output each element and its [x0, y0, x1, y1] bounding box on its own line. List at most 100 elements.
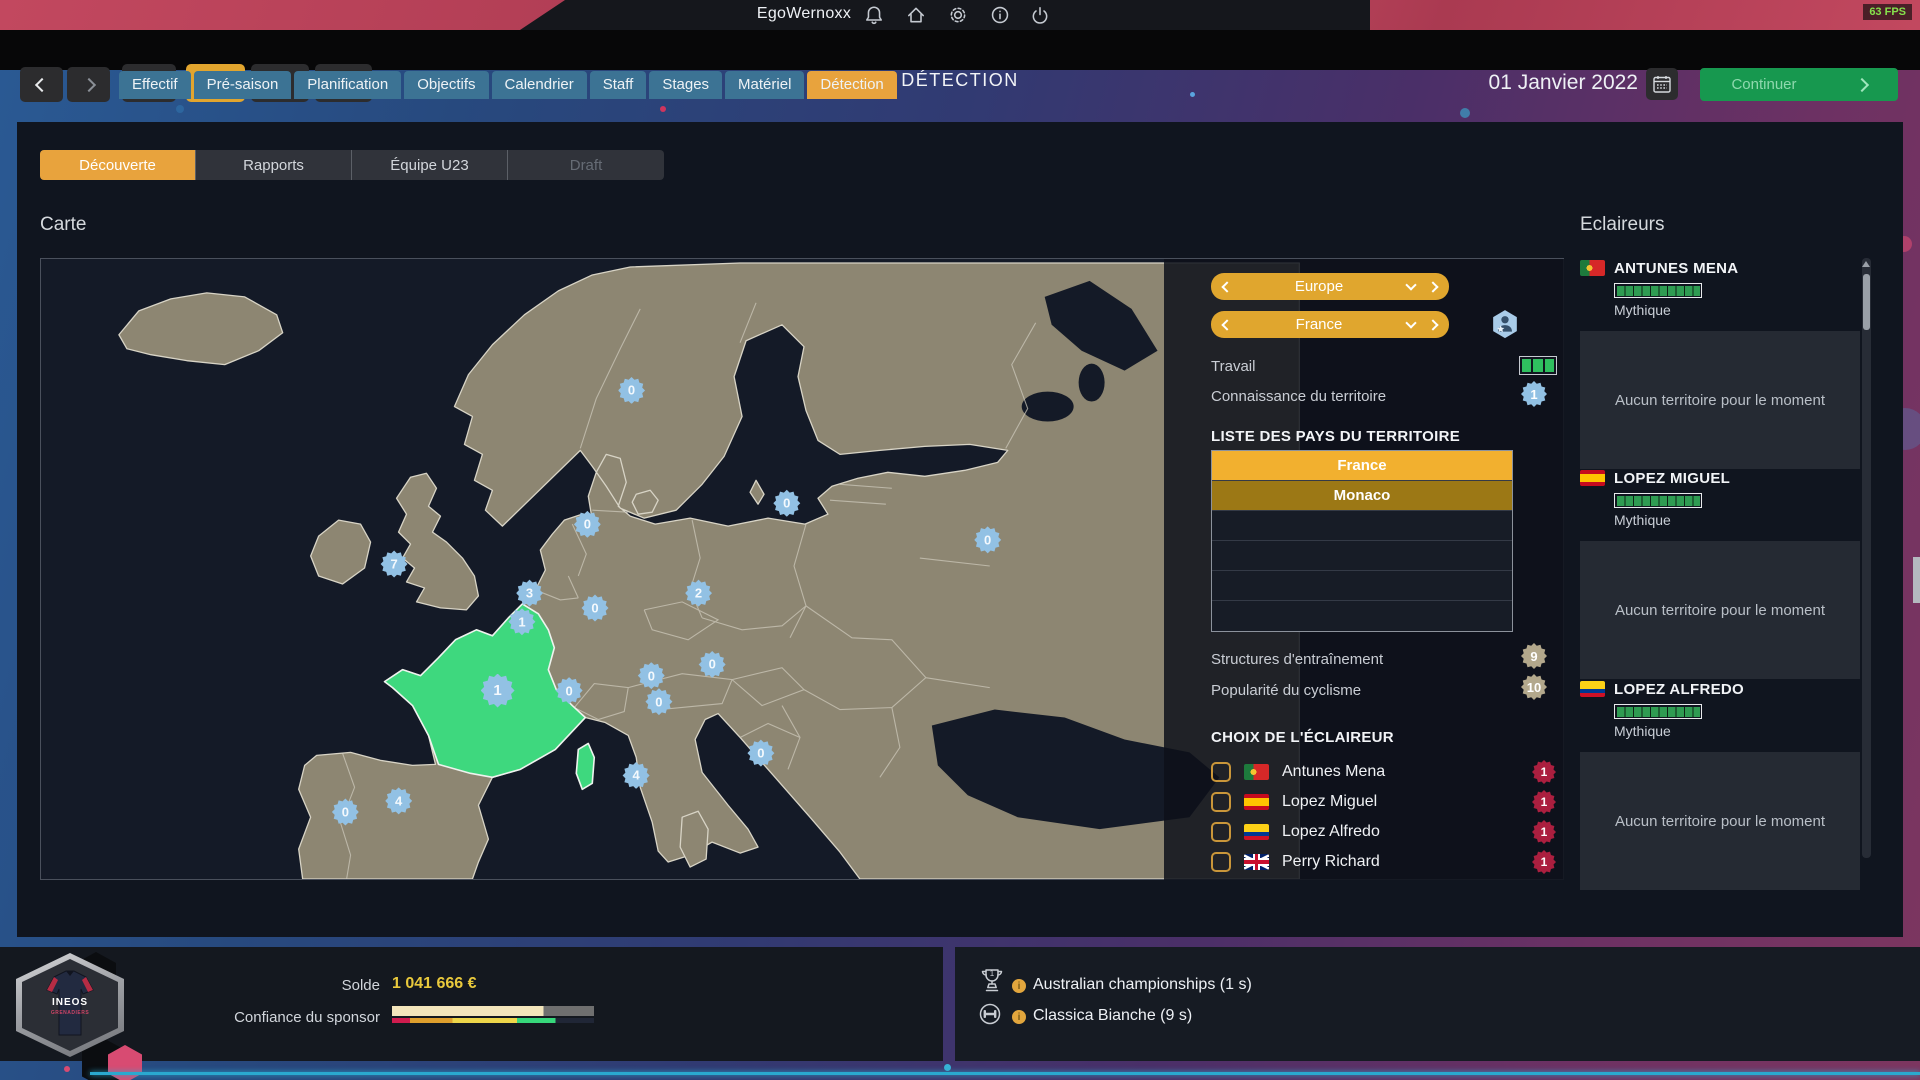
scouts-scrollbar[interactable]: [1862, 258, 1871, 858]
tab-effectif[interactable]: Effectif: [119, 71, 191, 99]
map-territory-badge[interactable]: 3: [516, 580, 543, 607]
dropdown-caret-icon[interactable]: [1405, 317, 1416, 328]
sponsor-confidence-bar: [392, 1006, 594, 1023]
region-dropdown[interactable]: Europe: [1211, 273, 1449, 300]
tab-materiel[interactable]: Matériel: [725, 71, 804, 99]
map-territory-badge[interactable]: 1: [481, 674, 515, 708]
tab-calendrier[interactable]: Calendrier: [492, 71, 587, 99]
map-territory-badge[interactable]: 0: [574, 511, 601, 538]
flag-colombia-icon: [1244, 824, 1269, 840]
map-territory-badge[interactable]: 0: [582, 595, 609, 622]
scout-checkbox[interactable]: [1211, 792, 1231, 812]
map-territory-badge[interactable]: 4: [385, 787, 412, 814]
menu-bar: DÉTECTION 01 Janvier 2022 Continuer: [0, 30, 1920, 70]
map-territory-badge[interactable]: 0: [332, 799, 359, 826]
info-icon[interactable]: [990, 5, 1010, 25]
tab-planification[interactable]: Planification: [294, 71, 401, 99]
subtab-decouverte[interactable]: Découverte: [40, 150, 196, 180]
event-info-coin-icon: i: [1012, 979, 1026, 993]
scout-card[interactable]: ANTUNES MENA Mythique: [1580, 260, 1860, 318]
country-row-empty: [1212, 541, 1512, 571]
map-territory-badge[interactable]: 0: [556, 677, 583, 704]
dropdown-caret-icon[interactable]: [1405, 279, 1416, 290]
scout-choice-row[interactable]: Antunes Mena 1: [1211, 759, 1556, 785]
back-button[interactable]: [20, 67, 63, 102]
map-territory-badge[interactable]: 0: [974, 526, 1001, 553]
scroll-up-arrow-icon[interactable]: [1862, 261, 1870, 267]
subtab-equipe-u23[interactable]: Équipe U23: [352, 150, 508, 180]
event-name[interactable]: Australian championships (1 s): [1033, 976, 1252, 994]
scout-checkbox[interactable]: [1211, 762, 1231, 782]
map-territory-badge[interactable]: 0: [747, 740, 774, 767]
events-footer-panel: 1 i Australian championships (1 s) i Cla…: [955, 947, 1920, 1061]
event-name[interactable]: Classica Bianche (9 s): [1033, 1007, 1192, 1025]
scout-checkbox[interactable]: [1211, 822, 1231, 842]
scout-choice-row[interactable]: Lopez Alfredo 1: [1211, 819, 1556, 845]
scout-choice-row[interactable]: Lopez Miguel 1: [1211, 789, 1556, 815]
country-row-monaco[interactable]: Monaco: [1212, 481, 1512, 511]
scout-card[interactable]: LOPEZ ALFREDO Mythique: [1580, 681, 1860, 739]
cycling-popularity-label: Popularité du cyclisme: [1211, 682, 1361, 699]
decor-dot: [660, 106, 666, 112]
scrollbar-thumb[interactable]: [1863, 274, 1870, 330]
main-tab-bar: Effectif Pré-saison Planification Object…: [119, 71, 897, 99]
map-territory-badge[interactable]: 0: [638, 662, 665, 689]
power-icon[interactable]: [1030, 5, 1050, 25]
flag-spain-icon: [1580, 470, 1605, 486]
map-territory-badge[interactable]: 0: [618, 377, 645, 404]
country-dropdown[interactable]: France: [1211, 311, 1449, 338]
map-territory-badge[interactable]: 4: [623, 762, 650, 789]
scouts-section-title: Eclaireurs: [1580, 214, 1664, 236]
scout-choice-title: CHOIX DE L'ÉCLAIREUR: [1211, 729, 1394, 746]
scout-level: Mythique: [1614, 512, 1860, 528]
tab-staff[interactable]: Staff: [590, 71, 647, 99]
tab-objectifs[interactable]: Objectifs: [404, 71, 488, 99]
gear-icon[interactable]: [948, 5, 968, 25]
subtab-draft[interactable]: Draft: [508, 150, 664, 180]
scout-card[interactable]: LOPEZ MIGUEL Mythique: [1580, 470, 1860, 528]
map-territory-badge[interactable]: 7: [381, 551, 408, 578]
scout-checkbox[interactable]: [1211, 852, 1231, 872]
continue-button[interactable]: Continuer: [1700, 68, 1898, 101]
window-scrollbar[interactable]: [1913, 557, 1920, 603]
calendar-icon: [1651, 73, 1673, 95]
work-level-indicator: [1519, 356, 1557, 375]
balance-label: Solde: [240, 977, 380, 994]
scout-skill-bar: [1614, 493, 1702, 508]
forward-button[interactable]: [67, 67, 110, 102]
jersey-sub-brand: GRENADIERS: [40, 1010, 100, 1016]
territory-knowledge-label: Connaissance du territoire: [1211, 388, 1386, 405]
map-territory-badge[interactable]: 1: [508, 608, 535, 635]
status-bar: EgoWernoxx 63 FPS: [0, 0, 1920, 30]
status-bar-backdrop: [520, 0, 1370, 30]
trophy-icon: 1: [978, 966, 1006, 1003]
map-territory-badge[interactable]: 0: [645, 688, 672, 715]
next-region-arrow-icon[interactable]: [1427, 281, 1438, 292]
bell-icon[interactable]: [864, 5, 884, 25]
flag-portugal-icon: [1580, 260, 1605, 276]
scout-territory-box: Aucun territoire pour le moment: [1580, 541, 1860, 679]
home-icon[interactable]: [906, 5, 926, 25]
scout-skill-bar: [1614, 704, 1702, 719]
map-territory-badge[interactable]: 0: [699, 651, 726, 678]
scout-cost-badge: 1: [1532, 850, 1556, 874]
training-structures-label: Structures d'entraînement: [1211, 651, 1383, 668]
flag-portugal-icon: [1244, 764, 1269, 780]
country-row-france[interactable]: France: [1212, 451, 1512, 481]
country-value: France: [1231, 316, 1407, 333]
tab-stages[interactable]: Stages: [649, 71, 722, 99]
map-territory-badge[interactable]: 0: [773, 490, 800, 517]
next-country-arrow-icon[interactable]: [1427, 319, 1438, 330]
scout-name: ANTUNES MENA: [1614, 260, 1738, 277]
decor-dot: [64, 1066, 70, 1072]
tab-detection[interactable]: Détection: [807, 71, 896, 99]
europe-map[interactable]: 700003102100004040 Europe France Travail: [40, 258, 1564, 880]
event-info-coin-icon: i: [1012, 1010, 1026, 1024]
scout-choice-row[interactable]: Perry Richard 1: [1211, 849, 1556, 875]
tab-pre-saison[interactable]: Pré-saison: [194, 71, 292, 99]
calendar-button[interactable]: [1646, 68, 1678, 100]
flag-spain-icon: [1244, 794, 1269, 810]
scout-territory-hex-icon[interactable]: [1491, 309, 1519, 337]
map-territory-badge[interactable]: 2: [685, 580, 712, 607]
subtab-rapports[interactable]: Rapports: [196, 150, 352, 180]
